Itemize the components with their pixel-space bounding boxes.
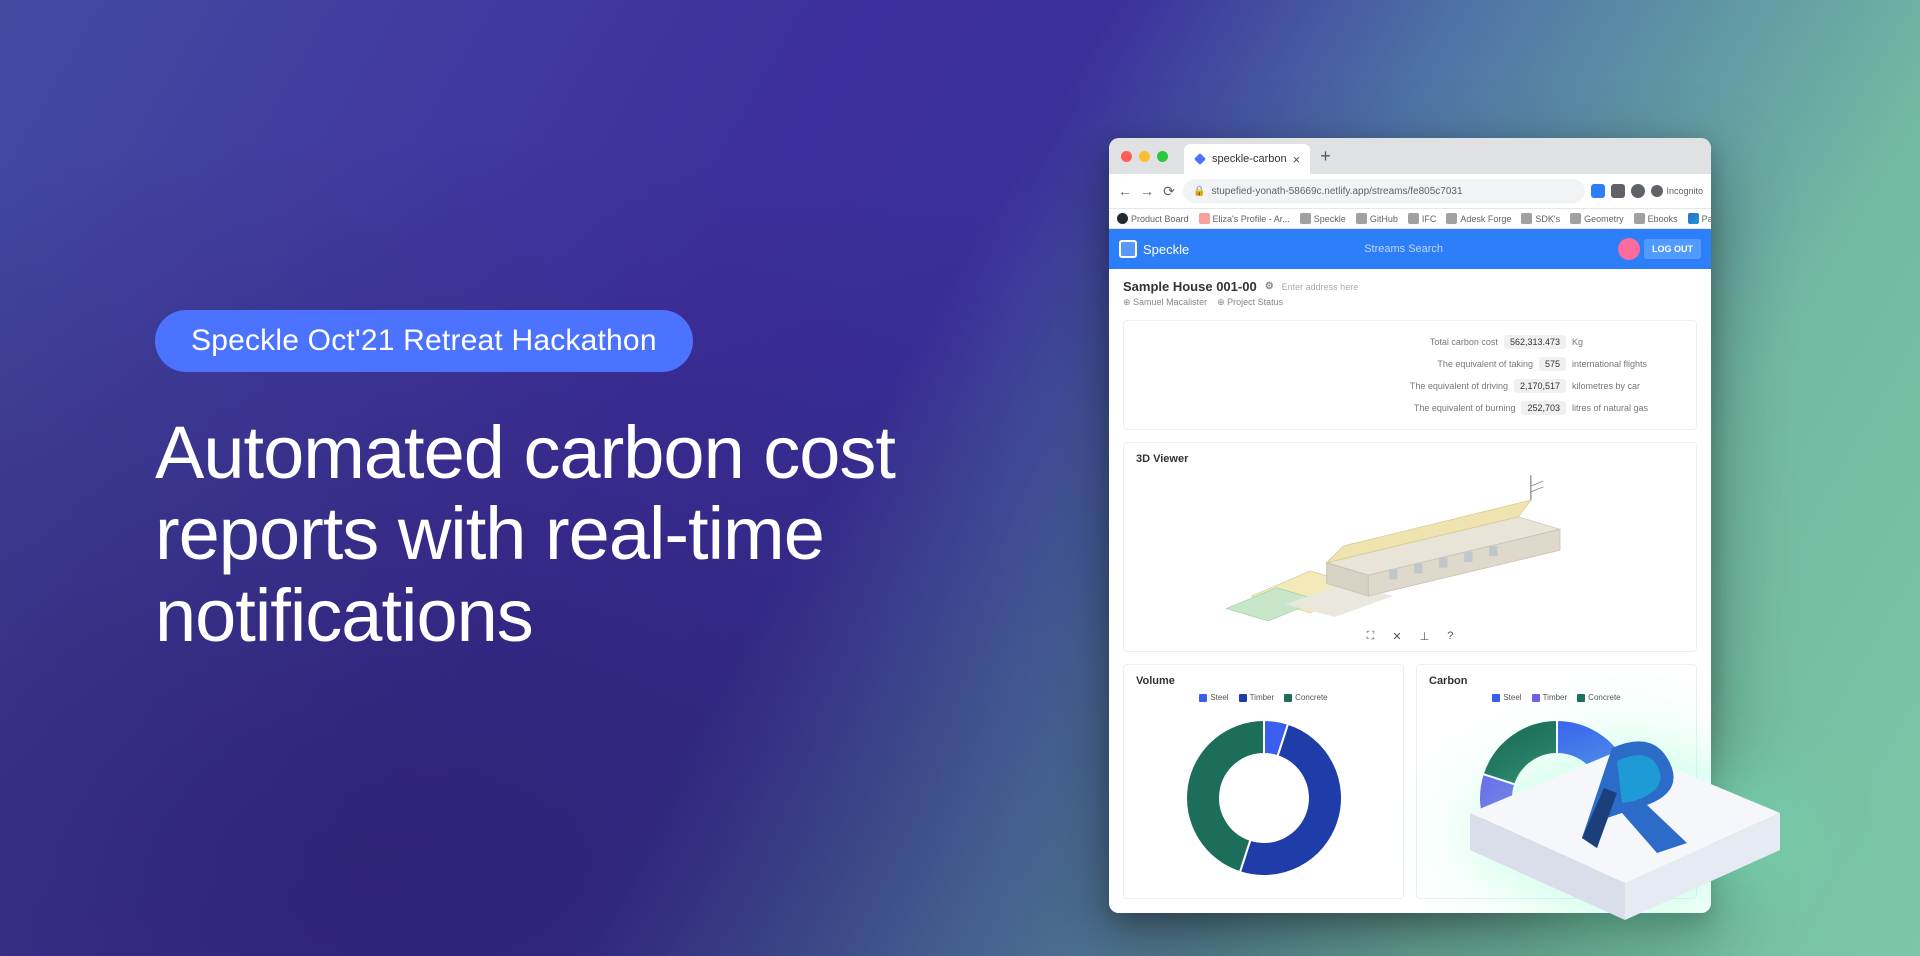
browser-tab[interactable]: speckle-carbon × (1184, 144, 1310, 174)
bookmark-item[interactable]: SDK's (1521, 213, 1560, 224)
stat-value: 562,313.473 (1504, 335, 1566, 349)
carbon-stats-panel: Total carbon cost 562,313.473 Kg The equ… (1123, 320, 1697, 430)
address-bar[interactable]: 🔒 stupefied-yonath-58669c.netlify.app/st… (1183, 179, 1585, 203)
folder-icon (1446, 213, 1457, 224)
app-brand[interactable]: Speckle (1119, 240, 1189, 258)
hero-headline: Automated carbon cost reports with real-… (155, 412, 1085, 656)
stat-value: 252,703 (1521, 401, 1566, 415)
bookmarks-bar: Product Board Eliza's Profile - Ar... Sp… (1109, 209, 1711, 229)
extension-icon[interactable] (1591, 184, 1605, 198)
nav-reload-icon[interactable]: ⟳ (1161, 183, 1177, 200)
new-tab-button[interactable]: + (1310, 146, 1341, 167)
donut-chart (1174, 708, 1354, 888)
nav-back-icon[interactable]: ← (1117, 183, 1133, 199)
revit-block-icon (1450, 658, 1800, 938)
bookmark-item[interactable]: GitHub (1356, 213, 1398, 224)
viewer-panel: 3D Viewer (1123, 442, 1697, 652)
chart-legend: SteelTimberConcrete (1136, 693, 1391, 702)
project-header: Sample House 001-00 ⚙ Enter address here (1123, 279, 1697, 294)
bookmark-item[interactable]: IFC (1408, 213, 1437, 224)
folder-icon (1300, 213, 1311, 224)
close-window-icon[interactable] (1121, 151, 1132, 162)
bookmark-item[interactable]: Speckle (1300, 213, 1346, 224)
viewer-close-icon[interactable]: ✕ (1392, 630, 1401, 643)
stat-flights: The equivalent of taking 575 internation… (1138, 353, 1682, 375)
incognito-badge: Incognito (1651, 185, 1703, 197)
project-status: ⊕ Project Status (1217, 297, 1283, 308)
viewer-controls: ⛶ ✕ ⊥ ? (1136, 626, 1684, 643)
project-author: ⊕ Samuel Macalister (1123, 297, 1207, 308)
bookmark-item[interactable]: Geometry (1570, 213, 1624, 224)
gear-icon[interactable]: ⚙ (1265, 281, 1274, 292)
streams-search[interactable]: Streams Search (1199, 243, 1608, 255)
extension-icons (1591, 184, 1645, 198)
3d-viewer[interactable]: ⛶ ✕ ⊥ ? (1136, 471, 1684, 641)
viewer-fullscreen-icon[interactable]: ⛶ (1367, 630, 1375, 643)
stat-gas: The equivalent of burning 252,703 litres… (1138, 397, 1682, 419)
folder-icon (1356, 213, 1367, 224)
window-controls[interactable] (1109, 151, 1180, 162)
maximize-window-icon[interactable] (1157, 151, 1168, 162)
folder-icon (1199, 213, 1210, 224)
nav-forward-icon[interactable]: → (1139, 183, 1155, 199)
folder-icon (1570, 213, 1581, 224)
chart-volume: Volume SteelTimberConcrete (1123, 664, 1404, 899)
stat-total-carbon: Total carbon cost 562,313.473 Kg (1138, 331, 1682, 353)
logout-button[interactable]: LOG OUT (1644, 239, 1701, 259)
browser-tabbar: speckle-carbon × + (1109, 138, 1711, 174)
bookmark-item[interactable]: Product Board (1117, 213, 1189, 224)
house-model-icon (1136, 471, 1684, 621)
hero: Speckle Oct'21 Retreat Hackathon Automat… (155, 310, 1085, 656)
speckle-logo-icon (1119, 240, 1137, 258)
viewer-help-icon[interactable]: ? (1447, 630, 1453, 643)
incognito-icon (1651, 185, 1663, 197)
hero-pill: Speckle Oct'21 Retreat Hackathon (155, 310, 693, 372)
bookmark-item[interactable]: Ebooks (1634, 213, 1678, 224)
incognito-label: Incognito (1666, 186, 1703, 196)
github-icon (1117, 213, 1128, 224)
revit-icon (1688, 213, 1699, 224)
minimize-window-icon[interactable] (1139, 151, 1150, 162)
extension-icon[interactable] (1631, 184, 1645, 198)
stat-value: 575 (1539, 357, 1566, 371)
project-title: Sample House 001-00 (1123, 279, 1257, 294)
browser-toolbar: ← → ⟳ 🔒 stupefied-yonath-58669c.netlify.… (1109, 174, 1711, 209)
bookmark-item[interactable]: Adesk Forge (1446, 213, 1511, 224)
stat-driving: The equivalent of driving 2,170,517 kilo… (1138, 375, 1682, 397)
app-header: Speckle Streams Search LOG OUT (1109, 229, 1711, 269)
lock-icon: 🔒 (1193, 186, 1205, 197)
bookmark-item[interactable]: Paprika (2006 film... (1688, 213, 1711, 224)
tab-favicon (1194, 153, 1206, 165)
address-hint[interactable]: Enter address here (1282, 282, 1359, 292)
tab-title: speckle-carbon (1212, 153, 1287, 165)
folder-icon (1634, 213, 1645, 224)
folder-icon (1521, 213, 1532, 224)
chart-title: Volume (1136, 675, 1391, 687)
viewer-title: 3D Viewer (1136, 453, 1684, 465)
brand-text: Speckle (1143, 242, 1189, 257)
tab-close-icon[interactable]: × (1293, 152, 1301, 167)
bookmark-item[interactable]: Eliza's Profile - Ar... (1199, 213, 1290, 224)
stat-value: 2,170,517 (1514, 379, 1566, 393)
address-text: stupefied-yonath-58669c.netlify.app/stre… (1211, 186, 1462, 197)
extension-icon[interactable] (1611, 184, 1625, 198)
folder-icon (1408, 213, 1419, 224)
viewer-reset-icon[interactable]: ⊥ (1420, 630, 1430, 643)
user-avatar[interactable] (1618, 238, 1640, 260)
